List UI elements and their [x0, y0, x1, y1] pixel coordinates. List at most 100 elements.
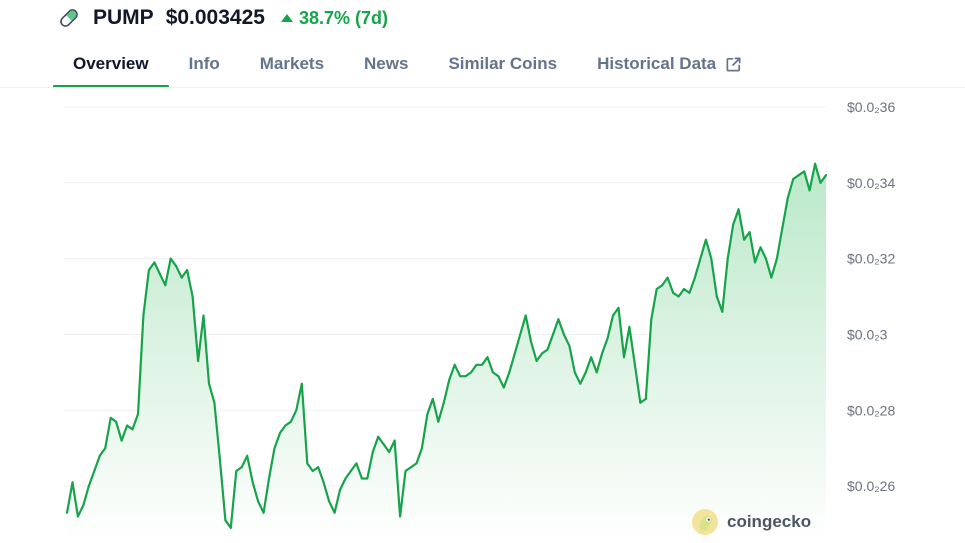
data-point — [169, 257, 172, 260]
data-point — [617, 306, 620, 309]
data-point — [732, 223, 735, 226]
data-point — [748, 231, 751, 234]
data-point — [268, 477, 270, 480]
data-point — [497, 375, 500, 378]
y-tick-label: $0.0₂3 — [847, 326, 888, 342]
data-point — [126, 424, 129, 427]
data-point — [66, 511, 68, 514]
price-chart: $0.0₂36 $0.0₂34 $0.0₂32 $0.0₂3 $0.0₂28 $0.0₂2… — [64, 99, 895, 543]
data-point — [366, 477, 369, 480]
data-point — [180, 276, 183, 279]
data-point — [393, 439, 396, 442]
data-point — [535, 360, 538, 362]
watermark-label: coingecko — [727, 512, 812, 531]
data-point — [792, 178, 795, 180]
data-point — [650, 318, 653, 321]
data-point — [808, 189, 811, 192]
data-point — [257, 500, 260, 503]
data-point — [147, 269, 150, 271]
data-point — [672, 291, 675, 294]
data-point — [164, 284, 167, 287]
data-point — [202, 314, 205, 317]
data-point — [246, 454, 249, 457]
data-point — [175, 265, 178, 268]
data-point — [481, 363, 483, 366]
y-tick-label: $0.0₂36 — [847, 99, 895, 115]
data-point — [213, 401, 216, 404]
data-point — [448, 379, 451, 381]
data-point — [197, 360, 200, 362]
data-point — [775, 257, 778, 260]
data-point — [300, 382, 303, 385]
data-point — [224, 519, 227, 522]
data-point — [612, 314, 614, 317]
data-point — [284, 424, 287, 427]
data-point — [546, 348, 549, 351]
data-point — [399, 515, 402, 518]
data-point — [426, 413, 429, 416]
data-point — [104, 447, 107, 450]
data-point — [513, 352, 516, 355]
data-point — [142, 314, 145, 317]
data-point — [683, 288, 685, 290]
data-point — [601, 352, 604, 355]
data-point — [235, 470, 238, 472]
data-point — [584, 371, 587, 374]
y-tick-label: $0.0₂32 — [847, 251, 895, 267]
data-point — [530, 341, 533, 343]
data-point — [552, 333, 554, 336]
data-point — [786, 197, 789, 199]
data-point — [328, 500, 331, 503]
data-point — [317, 466, 320, 469]
data-point — [218, 458, 221, 461]
y-tick-label: $0.0₂34 — [847, 175, 895, 191]
data-point — [131, 428, 134, 431]
data-point — [519, 333, 522, 336]
data-point — [410, 466, 412, 469]
data-point — [186, 269, 189, 271]
data-point — [688, 291, 691, 294]
data-point — [541, 352, 544, 355]
data-point — [388, 451, 391, 453]
data-point — [628, 325, 631, 328]
data-point — [344, 477, 347, 480]
data-point — [693, 276, 696, 279]
data-point — [289, 420, 292, 423]
data-point — [339, 488, 341, 491]
data-point — [437, 420, 440, 423]
data-point — [453, 363, 456, 366]
data-point — [754, 261, 756, 264]
data-point — [524, 314, 527, 317]
data-point — [240, 466, 243, 469]
data-point — [442, 401, 445, 404]
data-point — [295, 409, 298, 412]
data-point — [666, 276, 669, 279]
data-point — [371, 451, 374, 453]
data-point — [606, 337, 609, 340]
data-point — [475, 363, 478, 366]
data-point — [82, 504, 85, 507]
data-point — [251, 481, 254, 484]
data-point — [590, 356, 593, 359]
data-point — [743, 238, 746, 241]
data-point — [721, 310, 724, 313]
data-point — [229, 526, 232, 529]
data-point — [759, 246, 762, 249]
data-point — [355, 462, 358, 465]
data-point — [120, 439, 123, 442]
data-point — [273, 447, 276, 450]
data-point — [486, 356, 489, 359]
data-point — [98, 454, 101, 457]
data-point — [677, 295, 680, 298]
data-point — [459, 375, 462, 378]
data-point — [360, 477, 363, 480]
data-point — [639, 401, 642, 404]
data-point — [470, 371, 473, 374]
data-point — [644, 397, 647, 400]
data-point — [491, 371, 494, 374]
y-tick-label: $0.0₂28 — [847, 402, 895, 418]
data-point — [737, 208, 740, 211]
data-point — [464, 375, 467, 378]
data-point — [557, 318, 560, 321]
y-axis: $0.0₂36 $0.0₂34 $0.0₂32 $0.0₂3 $0.0₂28 $0.0₂2… — [847, 99, 895, 494]
